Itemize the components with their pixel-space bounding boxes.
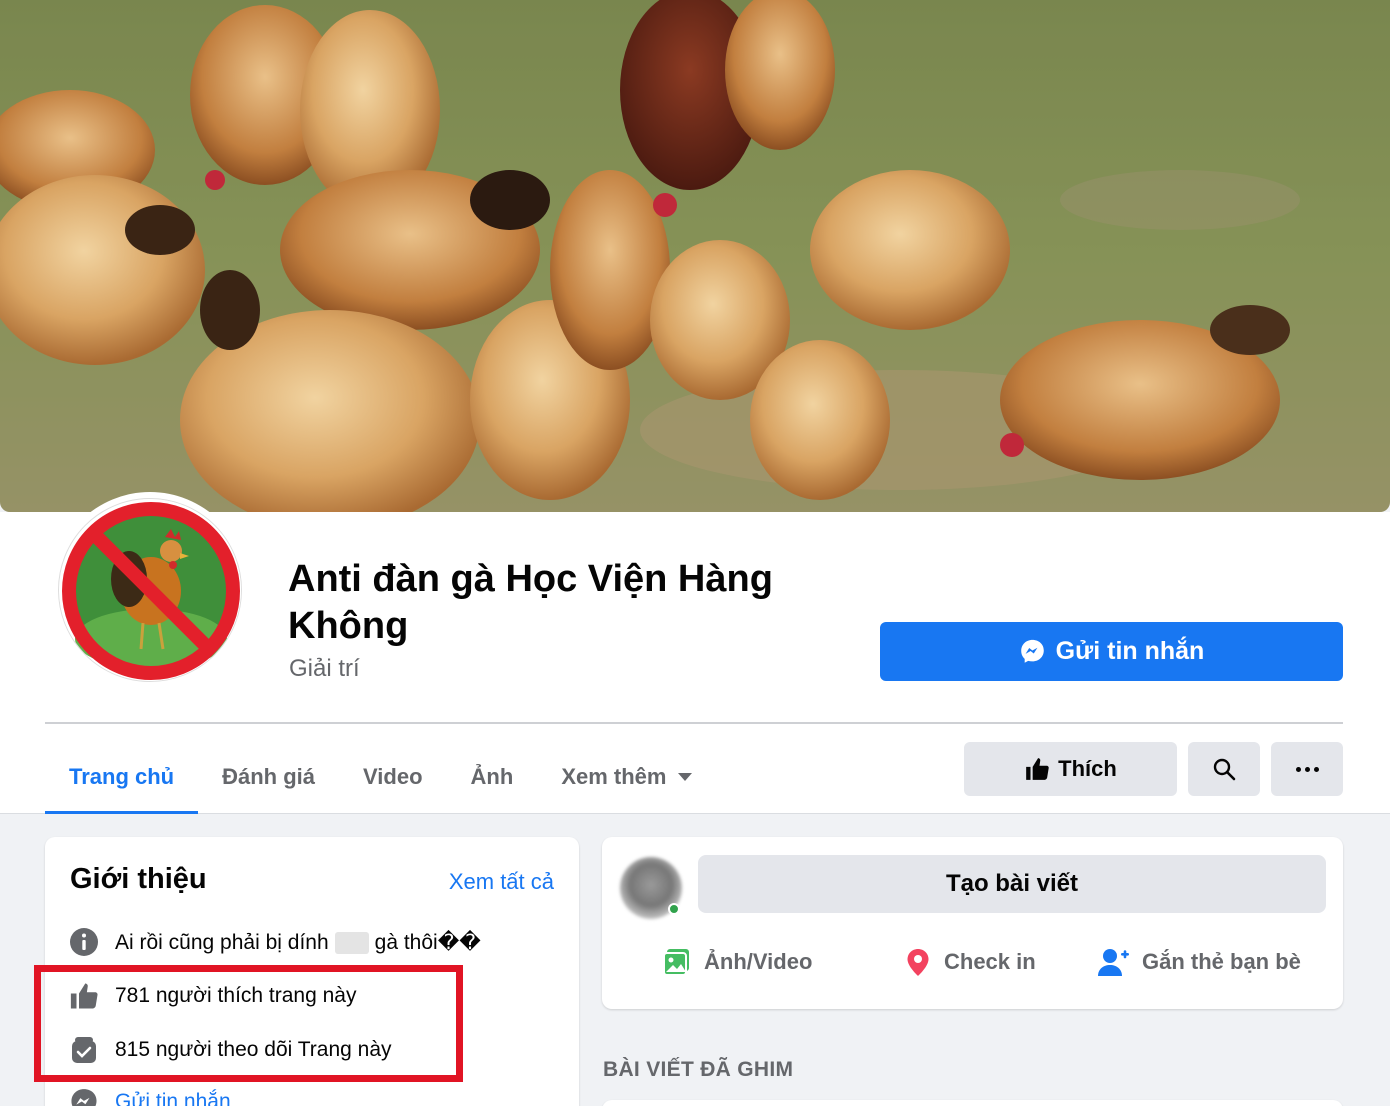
send-message-link[interactable]: Gửi tin nhắn bbox=[115, 1090, 231, 1106]
photo-video-icon bbox=[663, 949, 689, 976]
send-message-button[interactable]: Gửi tin nhắn bbox=[880, 622, 1343, 681]
intro-message[interactable]: Gửi tin nhắn bbox=[69, 1087, 231, 1106]
like-label: Thích bbox=[1058, 756, 1117, 781]
tag-friends-action[interactable]: Gắn thẻ bạn bè bbox=[1098, 939, 1301, 985]
tab-more[interactable]: Xem thêm bbox=[537, 740, 716, 814]
tab-videos[interactable]: Video bbox=[339, 740, 447, 814]
info-icon bbox=[70, 928, 98, 956]
profile-picture[interactable] bbox=[52, 492, 248, 688]
tag-friends-icon bbox=[1098, 949, 1129, 976]
highlight-frame bbox=[34, 965, 463, 1082]
intro-description-after: gà thôi�� bbox=[374, 930, 481, 954]
tab-home[interactable]: Trang chủ bbox=[45, 740, 199, 814]
create-post-input[interactable]: Tạo bài viết bbox=[698, 855, 1326, 913]
dot-icon bbox=[1304, 766, 1310, 772]
more-options-button[interactable] bbox=[1271, 742, 1343, 796]
check-in-action[interactable]: Check in bbox=[904, 939, 1036, 985]
messenger-icon bbox=[1020, 639, 1044, 663]
photo-video-action[interactable]: Ảnh/Video bbox=[662, 939, 812, 985]
page-category[interactable]: Giải trí bbox=[289, 655, 360, 683]
intro-title: Giới thiệu bbox=[70, 863, 207, 895]
tab-reviews-label: Đánh giá bbox=[222, 764, 316, 789]
tag-friends-label: Gắn thẻ bạn bè bbox=[1142, 949, 1301, 974]
pinned-posts-title: BÀI VIẾT ĐÃ GHIM bbox=[603, 1058, 794, 1081]
page-tabs: Trang chủ Đánh giá Video Ảnh Xem thêm bbox=[45, 740, 716, 814]
no-chicken-logo-icon bbox=[59, 499, 241, 681]
header-divider bbox=[45, 722, 1343, 724]
pinned-post-card[interactable] bbox=[602, 1100, 1343, 1106]
caret-down-icon bbox=[678, 773, 693, 781]
tab-home-label: Trang chủ bbox=[69, 764, 175, 789]
tab-photos-label: Ảnh bbox=[470, 764, 514, 789]
intro-description: Ai rồi cũng phải bị dính gà thôi�� bbox=[69, 927, 481, 957]
check-in-label: Check in bbox=[944, 949, 1036, 974]
dot-icon bbox=[1313, 766, 1319, 772]
send-message-label: Gửi tin nhắn bbox=[1055, 637, 1205, 665]
messenger-icon bbox=[71, 1089, 97, 1106]
tab-more-label: Xem thêm bbox=[561, 764, 667, 789]
dot-icon bbox=[1295, 766, 1301, 772]
like-page-button[interactable]: Thích bbox=[964, 742, 1177, 796]
online-status-dot bbox=[668, 903, 680, 915]
tab-videos-label: Video bbox=[363, 764, 423, 789]
page-title: Anti đàn gà Học Viện Hàng Không bbox=[288, 558, 773, 647]
cover-photo[interactable] bbox=[0, 0, 1390, 512]
create-post-card: Tạo bài viết Ảnh/Video Check in Gắn thẻ … bbox=[602, 837, 1343, 1009]
search-icon bbox=[1213, 758, 1236, 781]
redacted-word bbox=[334, 931, 369, 954]
intro-description-before: Ai rồi cũng phải bị dính bbox=[115, 930, 329, 954]
see-all-link[interactable]: Xem tất cả bbox=[449, 869, 554, 895]
location-pin-icon bbox=[907, 949, 929, 976]
thumbs-up-icon bbox=[1026, 758, 1049, 780]
photo-video-label: Ảnh/Video bbox=[704, 949, 813, 974]
tab-photos[interactable]: Ảnh bbox=[447, 740, 538, 814]
page-search-button[interactable] bbox=[1188, 742, 1260, 796]
tab-reviews[interactable]: Đánh giá bbox=[198, 740, 339, 814]
